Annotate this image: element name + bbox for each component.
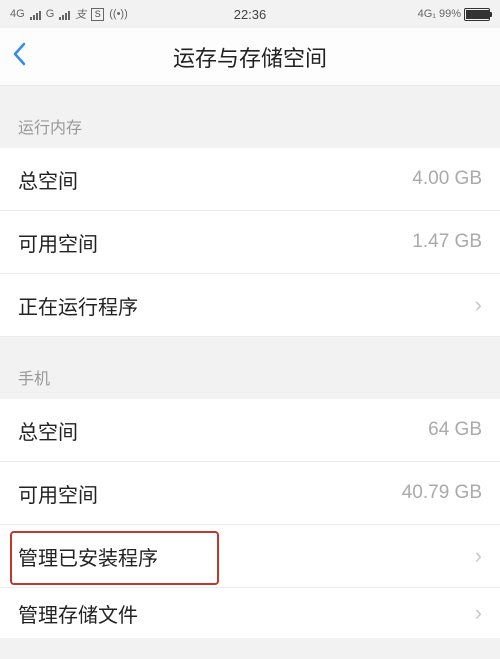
signal-bars-1-icon — [30, 9, 41, 20]
row-label: 可用空间 — [18, 228, 412, 257]
network-1-label: 4G — [10, 8, 25, 20]
back-button[interactable] — [12, 41, 42, 73]
battery-icon — [464, 8, 490, 21]
chevron-right-icon: › — [475, 543, 482, 569]
right-network-label: 4G₁ — [418, 8, 436, 20]
battery-percent: 99% — [439, 8, 461, 20]
row-label: 可用空间 — [18, 479, 402, 508]
row-value: 4.00 GB — [412, 168, 482, 190]
section-header-phone: 手机 — [0, 337, 500, 399]
broadcast-icon: ((•)) — [109, 8, 128, 20]
status-left: 4G G 支 S ((•)) — [10, 6, 128, 22]
row-manage-storage-files[interactable]: 管理存储文件 › — [0, 588, 500, 638]
status-right: 4G₁ 99% — [418, 8, 490, 21]
row-ram-available: 可用空间 1.47 GB — [0, 211, 500, 274]
row-label: 管理已安装程序 — [18, 542, 467, 571]
navigation-header: 运存与存储空间 — [0, 28, 500, 86]
chevron-right-icon: › — [475, 292, 482, 318]
signal-bars-2-icon — [59, 9, 70, 20]
row-phone-available: 可用空间 40.79 GB — [0, 462, 500, 525]
back-chevron-icon — [12, 42, 26, 66]
row-label: 正在运行程序 — [18, 291, 467, 320]
row-value: 64 GB — [428, 419, 482, 441]
row-label: 总空间 — [18, 416, 428, 445]
row-manage-installed-apps[interactable]: 管理已安装程序 › — [0, 525, 500, 588]
row-label: 总空间 — [18, 165, 412, 194]
s-box-icon: S — [91, 8, 104, 21]
row-phone-total: 总空间 64 GB — [0, 399, 500, 462]
row-ram-total: 总空间 4.00 GB — [0, 148, 500, 211]
row-value: 1.47 GB — [412, 231, 482, 253]
section-header-ram: 运行内存 — [0, 86, 500, 148]
status-time: 22:36 — [234, 7, 267, 22]
status-bar: 4G G 支 S ((•)) 22:36 4G₁ 99% — [0, 0, 500, 28]
network-2-label: G — [46, 8, 55, 20]
row-value: 40.79 GB — [402, 482, 482, 504]
page-title: 运存与存储空间 — [173, 41, 327, 73]
chevron-right-icon: › — [475, 600, 482, 626]
alipay-icon: 支 — [75, 6, 86, 22]
row-label: 管理存储文件 — [18, 599, 467, 628]
row-running-programs[interactable]: 正在运行程序 › — [0, 274, 500, 337]
